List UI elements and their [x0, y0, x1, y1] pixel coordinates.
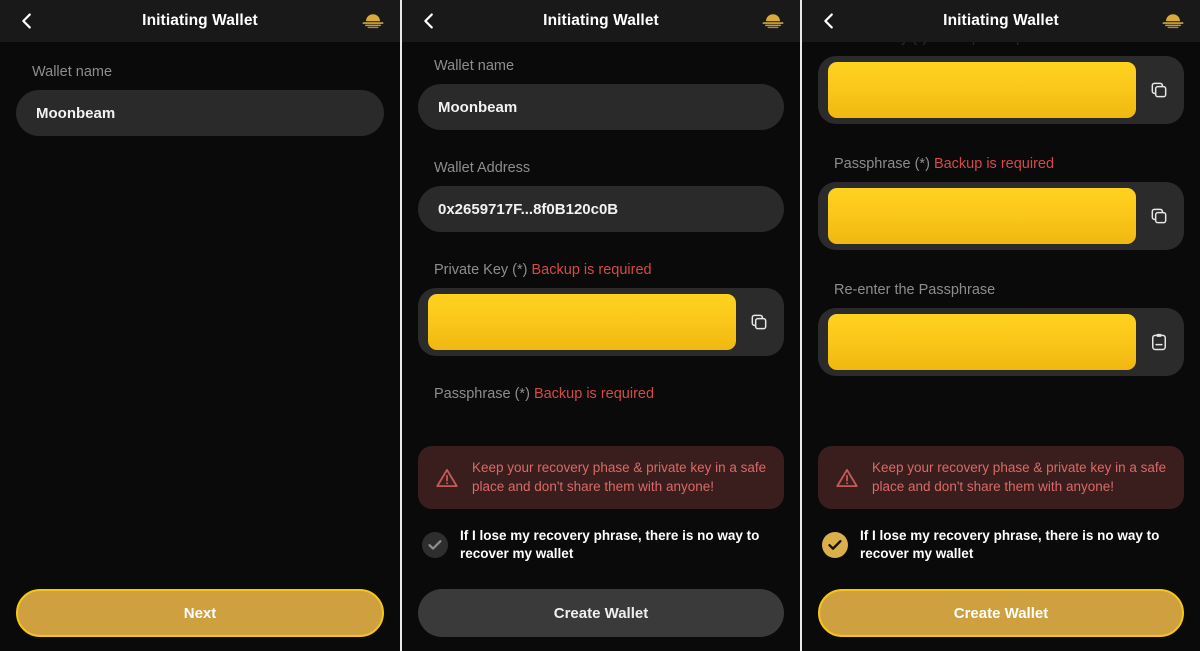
copy-passphrase-button[interactable] [1142, 199, 1176, 233]
acknowledgement-text: If I lose my recovery phrase, there is n… [860, 528, 1160, 562]
copy-icon [751, 314, 767, 330]
next-button[interactable]: Next [16, 589, 384, 637]
passphrase-backup-required: Backup is required [933, 156, 1055, 172]
passphrase-redacted-value [828, 188, 1136, 244]
back-button[interactable] [816, 8, 842, 34]
wallet-address-value: 0x2659717F...8f0B120c0B [438, 200, 619, 218]
private-key-field[interactable] [418, 288, 784, 356]
security-warning-banner: Keep your recovery phase & private key i… [418, 446, 784, 510]
screenshot-root: Initiating Wallet Wallet name Moonbeam N… [0, 0, 1200, 651]
app-header: Initiating Wallet [402, 0, 800, 42]
copy-icon [1151, 208, 1167, 224]
moonbeam-logo-icon [360, 8, 386, 34]
private-key-label-clipped: Private Key (*) Backup is required [834, 42, 1184, 46]
copy-icon [1151, 82, 1167, 98]
security-warning-text: Keep your recovery phase & private key i… [872, 460, 1167, 494]
chevron-left-icon [424, 13, 433, 29]
panel1-footer: Next [16, 589, 384, 637]
passphrase-field[interactable] [818, 182, 1184, 250]
wallet-address-label: Wallet Address [434, 160, 531, 176]
acknowledgement-checkbox[interactable] [422, 532, 448, 559]
private-key-backup-required: Backup is required [531, 262, 652, 278]
create-wallet-button[interactable]: Create Wallet [418, 589, 784, 637]
copy-private-key-button[interactable] [742, 305, 776, 339]
app-header: Initiating Wallet [0, 0, 400, 42]
page-title: Initiating Wallet [142, 12, 258, 29]
back-button[interactable] [14, 8, 40, 34]
private-key-backup-required: Backup is required [932, 42, 1052, 46]
panel3-warning-block: Keep your recovery phase & private key i… [818, 446, 1184, 564]
chevron-left-icon [824, 13, 833, 29]
acknowledgement-row[interactable]: If I lose my recovery phrase, there is n… [818, 527, 1184, 563]
panel1-form: Wallet name Moonbeam [16, 64, 384, 136]
page-title: Initiating Wallet [943, 12, 1059, 29]
panel3-footer: Create Wallet [818, 589, 1184, 637]
panel2-form: Wallet name Moonbeam Wallet Address 0x26… [418, 58, 784, 412]
private-key-redacted-value [828, 62, 1136, 118]
moonbeam-logo-icon [760, 8, 786, 34]
copy-private-key-button[interactable] [1142, 73, 1176, 107]
check-icon [428, 540, 442, 551]
passphrase-label: Passphrase (*) Backup is required [834, 156, 1184, 172]
passphrase-backup-required: Backup is required [533, 386, 655, 402]
scroll-fade [418, 414, 784, 440]
reenter-passphrase-field[interactable] [818, 308, 1184, 376]
security-warning-text: Keep your recovery phase & private key i… [472, 460, 767, 494]
wallet-screen-step-1: Initiating Wallet Wallet name Moonbeam N… [0, 0, 400, 651]
wallet-name-input[interactable]: Moonbeam [16, 90, 384, 136]
passphrase-label-partial: Passphrase (*) Backup is required [434, 386, 784, 402]
wallet-screen-step-3: Initiating Wallet Private Key (*) Backup… [800, 0, 1200, 651]
private-key-redacted-value [428, 294, 736, 350]
chevron-left-icon [22, 13, 31, 29]
acknowledgement-row[interactable]: If I lose my recovery phrase, there is n… [418, 527, 784, 563]
panel2-scroll-region[interactable]: Wallet name Moonbeam Wallet Address 0x26… [418, 42, 784, 440]
panel2-footer: Create Wallet [418, 589, 784, 637]
wallet-name-value: Moonbeam [36, 104, 116, 122]
panel2-body: Wallet name Moonbeam Wallet Address 0x26… [402, 42, 800, 651]
security-warning-banner: Keep your recovery phase & private key i… [818, 446, 1184, 510]
panel1-body: Wallet name Moonbeam Next [0, 42, 400, 651]
wallet-name-label: Wallet name [434, 58, 515, 74]
panel3-body: Private Key (*) Backup is required [802, 42, 1200, 651]
check-icon [828, 540, 842, 551]
wallet-screen-step-2: Initiating Wallet Wallet name Moonbeam W… [400, 0, 800, 651]
private-key-label-main: Private Key (*) [434, 262, 528, 278]
private-key-label-main: Private Key (*) [834, 42, 927, 46]
paste-passphrase-button[interactable] [1142, 325, 1176, 359]
moonbeam-logo-icon [1160, 8, 1186, 34]
alert-triangle-icon [434, 465, 460, 491]
app-header: Initiating Wallet [802, 0, 1200, 42]
wallet-address-field[interactable]: 0x2659717F...8f0B120c0B [418, 186, 784, 232]
wallet-name-value: Moonbeam [438, 98, 518, 116]
paste-clipboard-icon [1152, 333, 1166, 351]
reenter-passphrase-label: Re-enter the Passphrase [834, 282, 996, 298]
back-button[interactable] [416, 8, 442, 34]
create-wallet-button[interactable]: Create Wallet [818, 589, 1184, 637]
acknowledgement-text: If I lose my recovery phrase, there is n… [460, 528, 760, 562]
private-key-field[interactable] [818, 56, 1184, 124]
panel3-form: Private Key (*) Backup is required [818, 42, 1184, 376]
passphrase-label-main: Passphrase (*) [434, 386, 530, 402]
reenter-passphrase-redacted-value [828, 314, 1136, 370]
alert-triangle-icon [834, 465, 860, 491]
wallet-name-input[interactable]: Moonbeam [418, 84, 784, 130]
wallet-name-label: Wallet name [32, 64, 113, 80]
acknowledgement-checkbox[interactable] [822, 532, 848, 559]
passphrase-label-main: Passphrase (*) [834, 156, 930, 172]
panel2-warning-block: Keep your recovery phase & private key i… [418, 446, 784, 564]
page-title: Initiating Wallet [543, 12, 659, 29]
panel3-scroll-region[interactable]: Private Key (*) Backup is required [818, 42, 1184, 454]
private-key-label: Private Key (*) Backup is required [434, 262, 784, 278]
